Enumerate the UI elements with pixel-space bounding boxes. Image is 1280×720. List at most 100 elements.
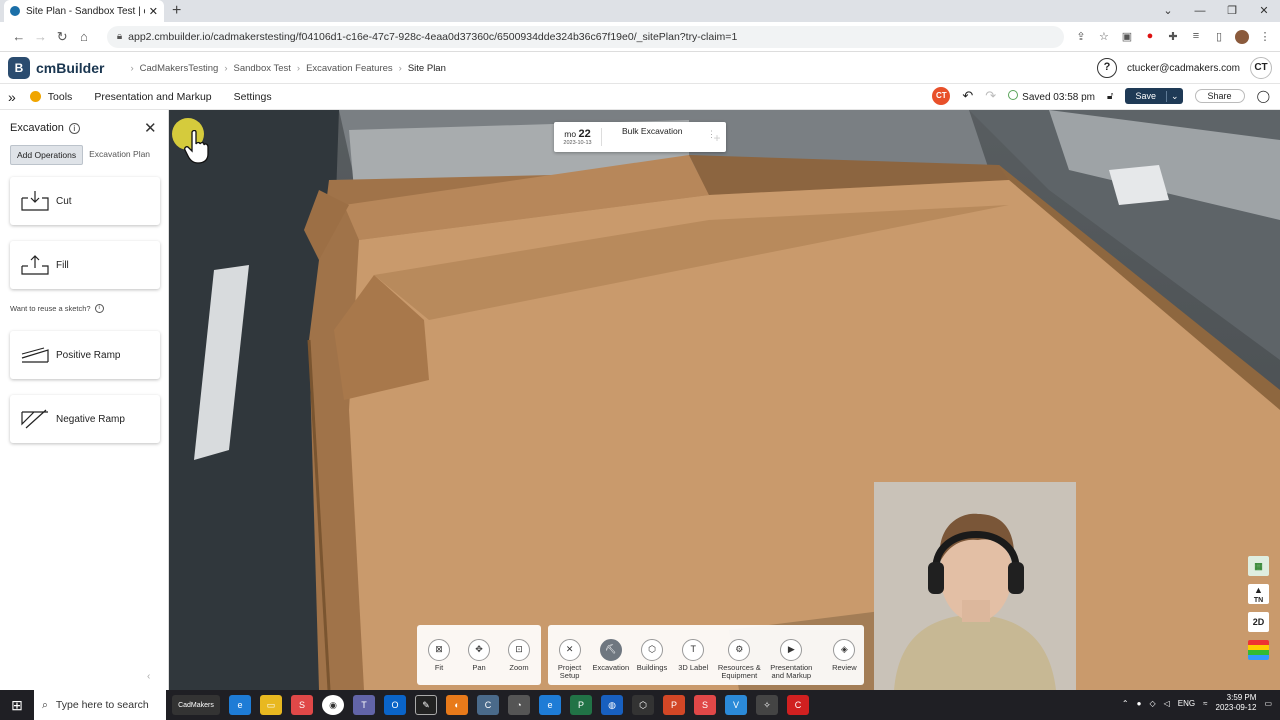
home-icon[interactable]: ⌂	[73, 29, 95, 44]
negative-ramp-button[interactable]: Negative Ramp	[10, 395, 160, 443]
3d-viewer-icon[interactable]: ⬡	[632, 695, 654, 715]
taskbar-search-field[interactable]: ⌕ Type here to search	[34, 690, 166, 720]
undo-icon[interactable]: ↶	[962, 88, 973, 104]
side-panel-icon[interactable]: ▯	[1212, 30, 1226, 44]
buildings-button[interactable]: ⬡ Buildings	[632, 639, 671, 672]
close-icon[interactable]: ✕	[144, 119, 157, 137]
blender-icon[interactable]: ◐	[446, 695, 468, 715]
opera-extension-icon[interactable]: ●	[1143, 30, 1157, 44]
url-field[interactable]: 🔒︎ app2.cmbuilder.io/cadmakerstesting/f0…	[106, 25, 1064, 48]
lock-icon[interactable]: 🔓︎	[1107, 91, 1113, 102]
chrome-icon[interactable]: ◉	[322, 695, 344, 715]
app-s2-icon[interactable]: S	[694, 695, 716, 715]
map-layer-icon[interactable]: ▦	[1248, 556, 1269, 576]
info-icon[interactable]: i	[94, 304, 104, 313]
save-button[interactable]: Save ⌄	[1125, 88, 1183, 104]
app-pen-icon[interactable]: ✎	[415, 695, 437, 715]
menu-settings[interactable]: Settings	[234, 91, 272, 103]
cmbuilder-logo[interactable]: B cmBuilder	[8, 57, 104, 79]
north-indicator[interactable]: ▲ TN	[1248, 584, 1269, 604]
reload-icon[interactable]: ↻	[51, 29, 73, 45]
volume-icon[interactable]: ◁	[1164, 699, 1170, 708]
teams-icon[interactable]: T	[353, 695, 375, 715]
app-s-icon[interactable]: S	[291, 695, 313, 715]
minimize-icon[interactable]: —	[1184, 0, 1216, 22]
close-tab-icon[interactable]: ✕	[149, 5, 158, 18]
windows-start-icon[interactable]: ⊞	[0, 697, 34, 714]
view-mode-toggle[interactable]: 2D	[1248, 612, 1269, 632]
back-icon[interactable]: ←	[8, 29, 30, 44]
help-icon[interactable]: ?	[1097, 58, 1118, 78]
microphone-icon[interactable]: ●	[1137, 699, 1142, 708]
file-explorer-icon[interactable]: ▭	[260, 695, 282, 715]
3d-label-button[interactable]: T 3D Label	[674, 639, 713, 672]
language-indicator[interactable]: ENG	[1178, 699, 1195, 708]
edge-dev-icon[interactable]: e	[539, 695, 561, 715]
profile-avatar-icon[interactable]	[1234, 29, 1249, 44]
edge-icon[interactable]: e	[229, 695, 251, 715]
pan-button[interactable]: ✥ Pan	[459, 639, 499, 672]
fill-operation-button[interactable]: Fill	[10, 241, 160, 289]
3d-viewport[interactable]: mo 22 2023-10-13 Bulk Excavation ⋮ + ⊠ Fi…	[169, 110, 1280, 690]
notifications-icon[interactable]: ▭	[1264, 699, 1272, 708]
menu-tools[interactable]: Tools	[29, 91, 72, 103]
breadcrumb-item-project[interactable]: Sandbox Test	[233, 63, 290, 74]
positive-ramp-button[interactable]: Positive Ramp	[10, 331, 160, 379]
user-avatar[interactable]: CT	[1250, 57, 1272, 79]
window-controls: ⌄ — ❐ ✕	[1152, 0, 1280, 22]
info-icon[interactable]: i	[68, 122, 80, 134]
new-tab-icon[interactable]: +	[172, 2, 181, 20]
network-icon[interactable]: ◇	[1149, 699, 1155, 708]
visio-icon[interactable]: V	[725, 695, 747, 715]
browser-tab[interactable]: Site Plan - Sandbox Test | cmBuil ✕	[4, 0, 164, 22]
extension-icon[interactable]: ▣	[1120, 30, 1134, 44]
collapse-panel-icon[interactable]: ‹	[147, 671, 150, 682]
app-globe-icon[interactable]: ◍	[601, 695, 623, 715]
layers-icon[interactable]	[1248, 640, 1269, 660]
toolbar-actions: CT ↶ ↷ Saved 03:58 pm 🔓︎ Save ⌄ Share ◯	[932, 87, 1270, 105]
app-c2-icon[interactable]: C	[787, 695, 809, 715]
queue-icon[interactable]: ≡	[1189, 30, 1203, 44]
wifi-icon[interactable]: ≈	[1203, 699, 1207, 708]
presentation-markup-button[interactable]: ▶ Presentation and Markup	[766, 639, 817, 681]
project-setup-button[interactable]: ✕ Project Setup	[550, 639, 589, 681]
date-selector[interactable]: mo 22 2023-10-13	[554, 127, 602, 147]
share-button[interactable]: Share	[1194, 89, 1245, 103]
breadcrumb-item-feature[interactable]: Excavation Features	[306, 63, 393, 74]
share-page-icon[interactable]: ⇪	[1074, 30, 1088, 44]
chevron-down-icon[interactable]: ⌄	[1152, 0, 1184, 22]
forward-icon[interactable]: →	[30, 29, 52, 44]
bookmark-star-icon[interactable]: ☆	[1097, 30, 1111, 44]
tray-chevron-icon[interactable]: ⌃	[1122, 699, 1129, 708]
menu-presentation-markup[interactable]: Presentation and Markup	[94, 91, 211, 103]
menu-dots-icon[interactable]: ⋮	[1258, 30, 1272, 44]
app-browser-icon[interactable]: ◔	[508, 695, 530, 715]
breadcrumb-item-org[interactable]: CadMakersTesting	[140, 63, 219, 74]
breadcrumb: › CadMakersTesting › Sandbox Test › Exca…	[130, 63, 445, 74]
chevron-down-icon[interactable]: ⌄	[1165, 90, 1183, 102]
tab-excavation-plan[interactable]: Excavation Plan	[83, 145, 156, 165]
cut-operation-button[interactable]: Cut	[10, 177, 160, 225]
timeline-control[interactable]: mo 22 2023-10-13 Bulk Excavation ⋮	[554, 122, 726, 152]
project-icon[interactable]: P	[570, 695, 592, 715]
resources-equipment-button[interactable]: ⚙ Resources & Equipment	[715, 639, 764, 681]
fit-button[interactable]: ⊠ Fit	[419, 639, 459, 672]
add-phase-icon[interactable]: +	[709, 125, 725, 151]
tab-add-operations[interactable]: Add Operations	[10, 145, 84, 165]
review-button[interactable]: ◈ Review	[825, 639, 864, 672]
cadmakers-app-icon[interactable]: CadMakers	[172, 695, 220, 715]
app-tool-icon[interactable]: ✧	[756, 695, 778, 715]
expand-panel-icon[interactable]: »	[8, 89, 16, 105]
collaborator-badge[interactable]: CT	[932, 87, 951, 105]
puzzle-icon[interactable]: ✚	[1166, 30, 1180, 44]
excavation-button[interactable]: ⛏︎ Excavation	[591, 639, 630, 672]
taskbar-clock[interactable]: 3:59 PM 2023-09-12	[1216, 693, 1257, 714]
powerpoint-icon[interactable]: P	[663, 695, 685, 715]
outlook-icon[interactable]: O	[384, 695, 406, 715]
redo-icon[interactable]: ↷	[985, 88, 996, 104]
app-c-icon[interactable]: C	[477, 695, 499, 715]
comment-icon[interactable]: ◯	[1257, 89, 1270, 103]
close-window-icon[interactable]: ✕	[1248, 0, 1280, 22]
restore-icon[interactable]: ❐	[1216, 0, 1248, 22]
zoom-button[interactable]: ⊡ Zoom	[499, 639, 539, 672]
